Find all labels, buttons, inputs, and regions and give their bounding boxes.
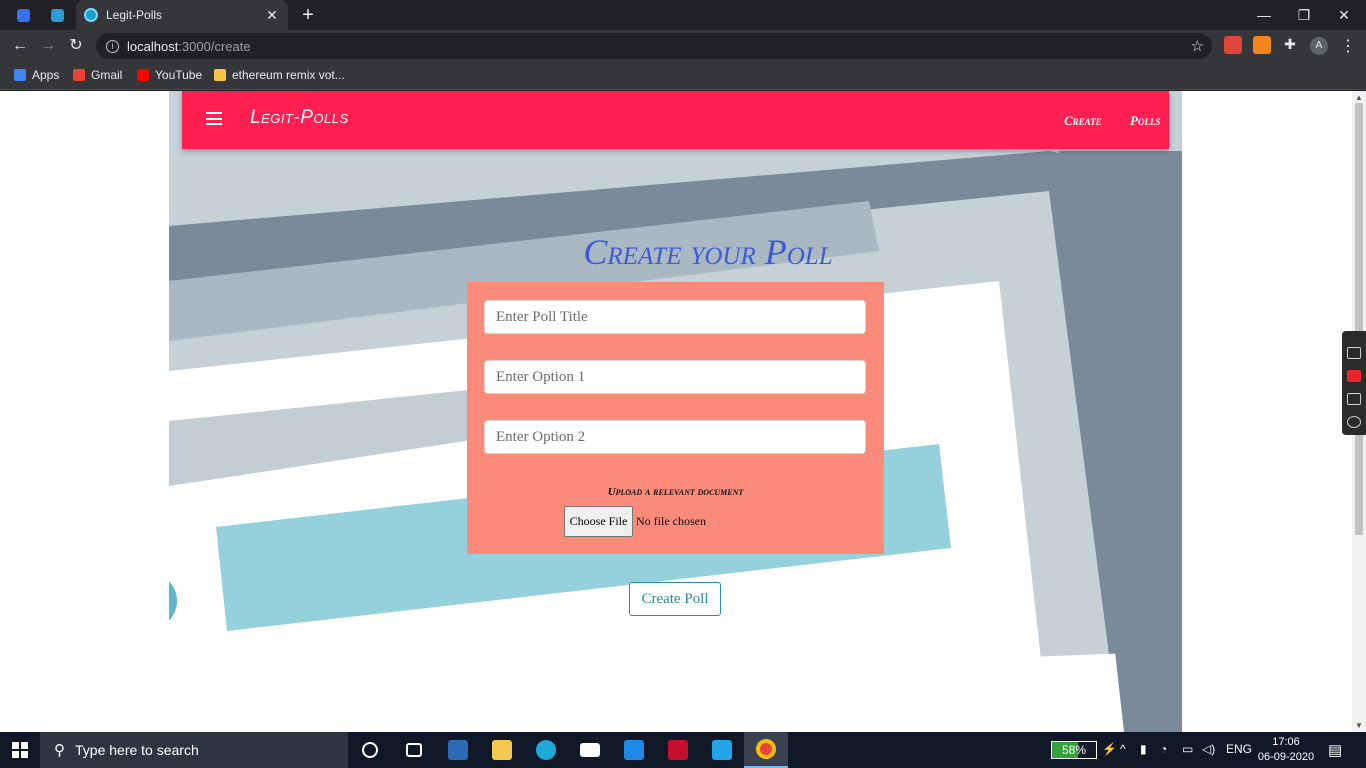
minimize-button[interactable]: — bbox=[1244, 2, 1284, 28]
mcafee-icon bbox=[668, 740, 688, 760]
browser-menu-icon[interactable]: ⋮ bbox=[1340, 36, 1356, 56]
restore-button[interactable]: ❐ bbox=[1284, 2, 1324, 28]
taskbar-explorer[interactable] bbox=[480, 732, 524, 768]
search-placeholder: Type here to search bbox=[75, 742, 199, 758]
tab-title: Legit-Polls bbox=[106, 8, 163, 22]
taskbar-clock[interactable]: 17:06 06-09-2020 bbox=[1256, 735, 1316, 765]
profile-avatar[interactable]: A bbox=[1310, 37, 1328, 55]
pinned-tab-docs[interactable] bbox=[12, 5, 34, 25]
taskbar-mcafee[interactable] bbox=[656, 732, 700, 768]
tab-favicon-icon bbox=[84, 8, 98, 22]
tray-chevron-icon[interactable]: ^ bbox=[1120, 742, 1126, 756]
taskbar-vscode[interactable] bbox=[700, 732, 744, 768]
search-icon: ⚲ bbox=[54, 742, 65, 759]
vscode-icon bbox=[712, 740, 732, 760]
start-button[interactable] bbox=[12, 742, 28, 758]
close-tab-icon[interactable]: ✕ bbox=[264, 7, 280, 24]
app-navbar: Legit-Polls Create Polls bbox=[182, 91, 1169, 149]
taskbar-search[interactable]: ⚲ Type here to search bbox=[40, 732, 348, 768]
powershell-icon bbox=[448, 740, 468, 760]
settings-gear-icon[interactable] bbox=[1347, 416, 1361, 428]
screen-capture-widget bbox=[1342, 331, 1366, 435]
l-app-icon bbox=[624, 740, 644, 760]
notification-center-icon[interactable]: ▤ bbox=[1328, 741, 1342, 759]
metamask-extension-icon[interactable] bbox=[1253, 36, 1271, 54]
page-viewport: Legit-Polls Create Polls Create your Pol… bbox=[0, 91, 1352, 732]
mail-icon bbox=[580, 743, 600, 757]
bookmark-remix[interactable]: ethereum remix vot... bbox=[214, 68, 345, 82]
docs-icon bbox=[16, 8, 30, 22]
task-view-button[interactable] bbox=[392, 732, 436, 768]
taskbar-l-app[interactable] bbox=[612, 732, 656, 768]
extensions-puzzle-icon[interactable]: ✚ bbox=[1281, 36, 1299, 54]
forward-button[interactable]: → bbox=[36, 34, 60, 58]
browser-tab-strip: Legit-Polls ✕ + — ❐ ✕ bbox=[0, 0, 1366, 30]
task-view-icon bbox=[406, 743, 422, 757]
chrome-icon bbox=[756, 739, 776, 759]
scroll-up-icon[interactable]: ▲ bbox=[1355, 93, 1363, 102]
usb-icon[interactable]: ▮ bbox=[1140, 742, 1147, 756]
url-path: :3000/create bbox=[178, 38, 251, 54]
poll-form: Upload a relevant document Choose File N… bbox=[467, 282, 884, 554]
windows-taskbar: ⚲ Type here to search 58% ⚡ ^ ▮ ◔ ▭ ◁) E… bbox=[0, 732, 1366, 768]
bookmark-apps[interactable]: Apps bbox=[14, 68, 59, 82]
choose-file-button[interactable]: Choose File bbox=[564, 506, 633, 537]
apps-grid-icon bbox=[14, 69, 26, 81]
cortana-icon bbox=[362, 742, 378, 758]
folder-icon bbox=[214, 69, 226, 81]
scroll-down-icon[interactable]: ▼ bbox=[1355, 721, 1363, 730]
clock-date: 06-09-2020 bbox=[1257, 751, 1315, 763]
scrollbar-thumb[interactable] bbox=[1355, 103, 1363, 535]
folder-icon bbox=[492, 740, 512, 760]
brand-logo[interactable]: Legit-Polls bbox=[250, 107, 349, 129]
cortana-button[interactable] bbox=[348, 732, 392, 768]
nav-link-polls[interactable]: Polls bbox=[1130, 113, 1160, 129]
close-window-button[interactable]: ✕ bbox=[1324, 2, 1364, 28]
wifi-icon[interactable]: ◔ bbox=[1160, 742, 1167, 756]
option-1-input[interactable] bbox=[484, 360, 866, 394]
reload-button[interactable]: ↻ bbox=[64, 34, 88, 58]
language-indicator[interactable]: ENG bbox=[1226, 742, 1252, 756]
site-info-icon[interactable]: i bbox=[106, 39, 119, 53]
pocket-extension-icon[interactable] bbox=[1224, 36, 1242, 54]
pinned-tab-vscode[interactable] bbox=[46, 5, 68, 25]
taskbar-powershell[interactable] bbox=[436, 732, 480, 768]
address-bar[interactable]: i localhost:3000/create ☆ bbox=[96, 33, 1212, 59]
camera-icon[interactable] bbox=[1347, 347, 1361, 359]
record-icon[interactable] bbox=[1347, 370, 1361, 382]
youtube-icon bbox=[137, 69, 149, 81]
vscode-icon bbox=[50, 8, 64, 22]
poll-title-input[interactable] bbox=[484, 300, 866, 334]
gallery-icon[interactable] bbox=[1347, 393, 1361, 405]
gmail-icon bbox=[73, 69, 85, 81]
bookmarks-bar: Apps Gmail YouTube ethereum remix vot... bbox=[0, 62, 1366, 90]
edge-icon bbox=[536, 740, 556, 760]
battery-percent: 58% bbox=[1061, 743, 1087, 757]
taskbar-chrome[interactable] bbox=[744, 732, 788, 768]
network-icon[interactable]: ▭ bbox=[1182, 742, 1193, 756]
create-poll-button[interactable]: Create Poll bbox=[629, 582, 721, 616]
clock-time: 17:06 bbox=[1272, 736, 1300, 748]
page-title: Create your Poll bbox=[583, 232, 833, 272]
bookmark-gmail[interactable]: Gmail bbox=[73, 68, 122, 82]
new-tab-button[interactable]: + bbox=[298, 4, 318, 27]
upload-label: Upload a relevant document bbox=[607, 486, 744, 498]
file-status-text: No file chosen bbox=[636, 514, 706, 528]
url-host: localhost bbox=[127, 38, 179, 54]
bookmark-star-icon[interactable]: ☆ bbox=[1191, 37, 1204, 55]
taskbar-mail[interactable] bbox=[568, 732, 612, 768]
power-plug-icon[interactable]: ⚡ bbox=[1102, 742, 1117, 756]
bookmark-youtube[interactable]: YouTube bbox=[137, 68, 202, 82]
hamburger-menu-icon[interactable] bbox=[206, 112, 222, 125]
battery-indicator[interactable]: 58% bbox=[1051, 741, 1097, 759]
taskbar-edge[interactable] bbox=[524, 732, 568, 768]
back-button[interactable]: ← bbox=[8, 34, 32, 58]
volume-icon[interactable]: ◁) bbox=[1202, 742, 1215, 756]
option-2-input[interactable] bbox=[484, 420, 866, 454]
active-tab[interactable]: Legit-Polls ✕ bbox=[76, 0, 288, 30]
nav-link-create[interactable]: Create bbox=[1064, 113, 1102, 129]
browser-toolbar: ← → ↻ i localhost:3000/create ☆ ✚ bbox=[0, 30, 1366, 62]
